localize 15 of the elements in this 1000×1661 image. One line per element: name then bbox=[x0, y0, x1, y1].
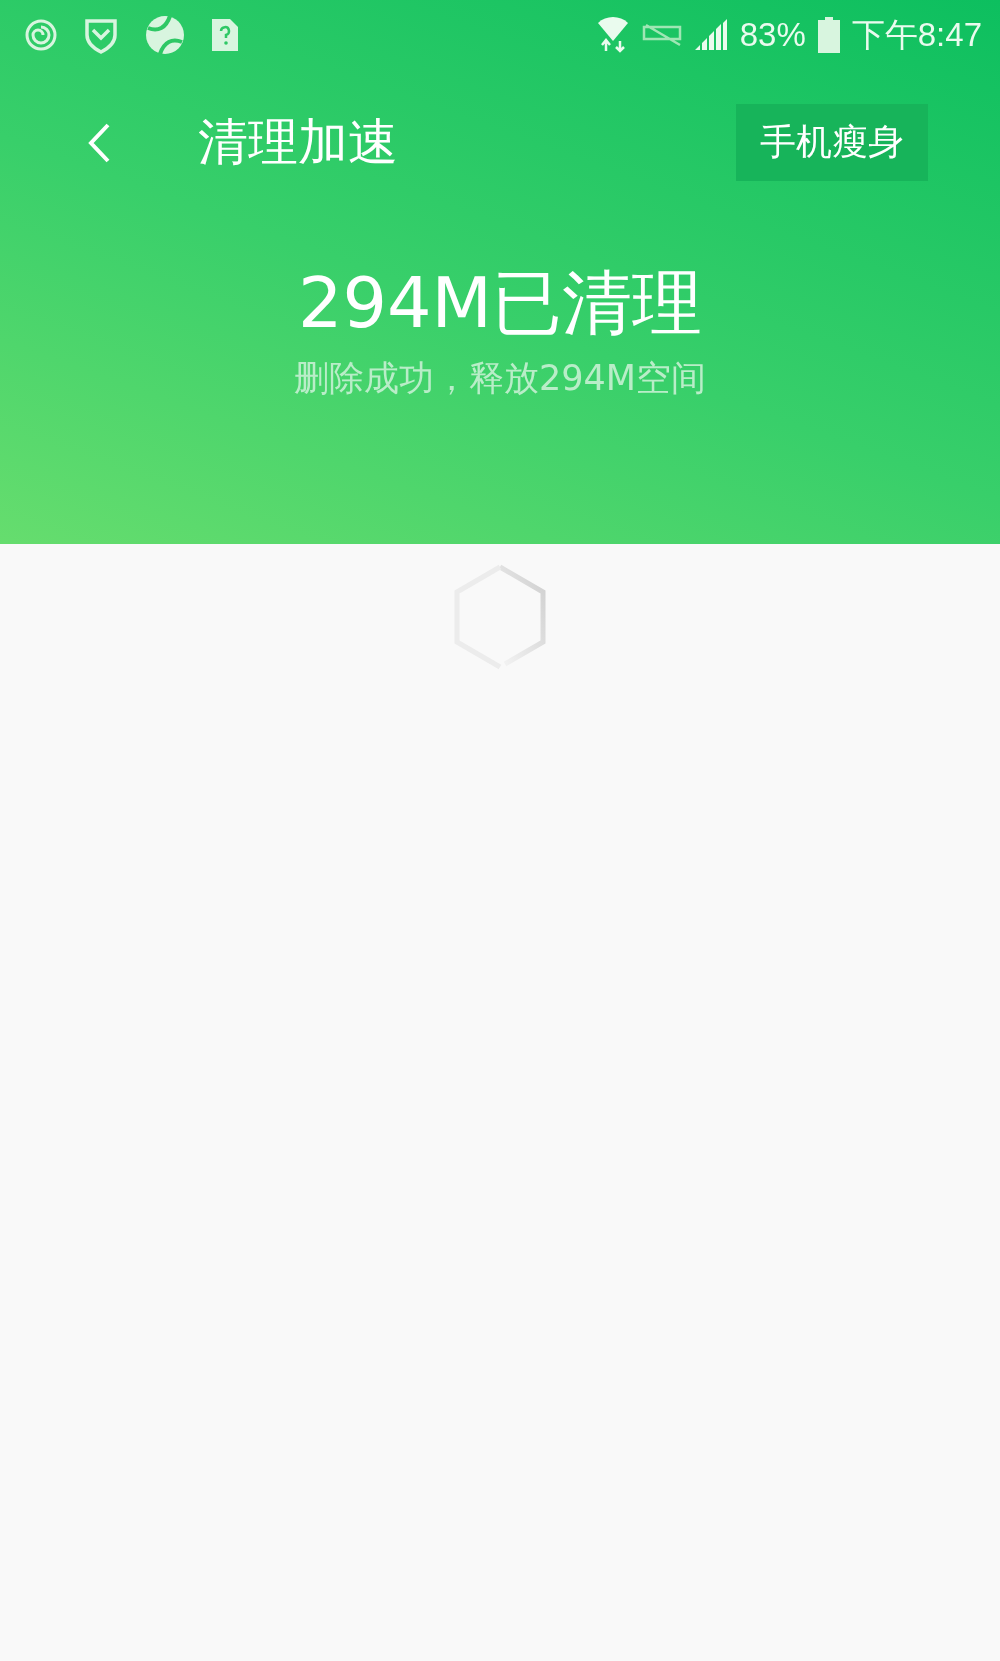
clock-time: 下午8:47 bbox=[851, 14, 982, 55]
network-off-icon bbox=[641, 23, 682, 47]
cleaned-amount: 294M已清理 bbox=[298, 261, 702, 346]
signal-icon bbox=[693, 19, 728, 51]
phone-slimming-button[interactable]: 手机瘦身 bbox=[736, 104, 928, 181]
page-title: 清理加速 bbox=[198, 112, 399, 173]
shield-icon bbox=[84, 16, 118, 54]
sphere-icon bbox=[144, 14, 186, 56]
swirl-icon bbox=[24, 18, 58, 52]
sim-card-icon bbox=[212, 19, 238, 51]
wifi-icon bbox=[595, 17, 630, 53]
result-message: 删除成功，释放294M空间 bbox=[294, 357, 706, 400]
battery-percentage: 83% bbox=[739, 16, 806, 54]
battery-icon bbox=[817, 17, 840, 53]
back-icon bbox=[86, 121, 112, 164]
